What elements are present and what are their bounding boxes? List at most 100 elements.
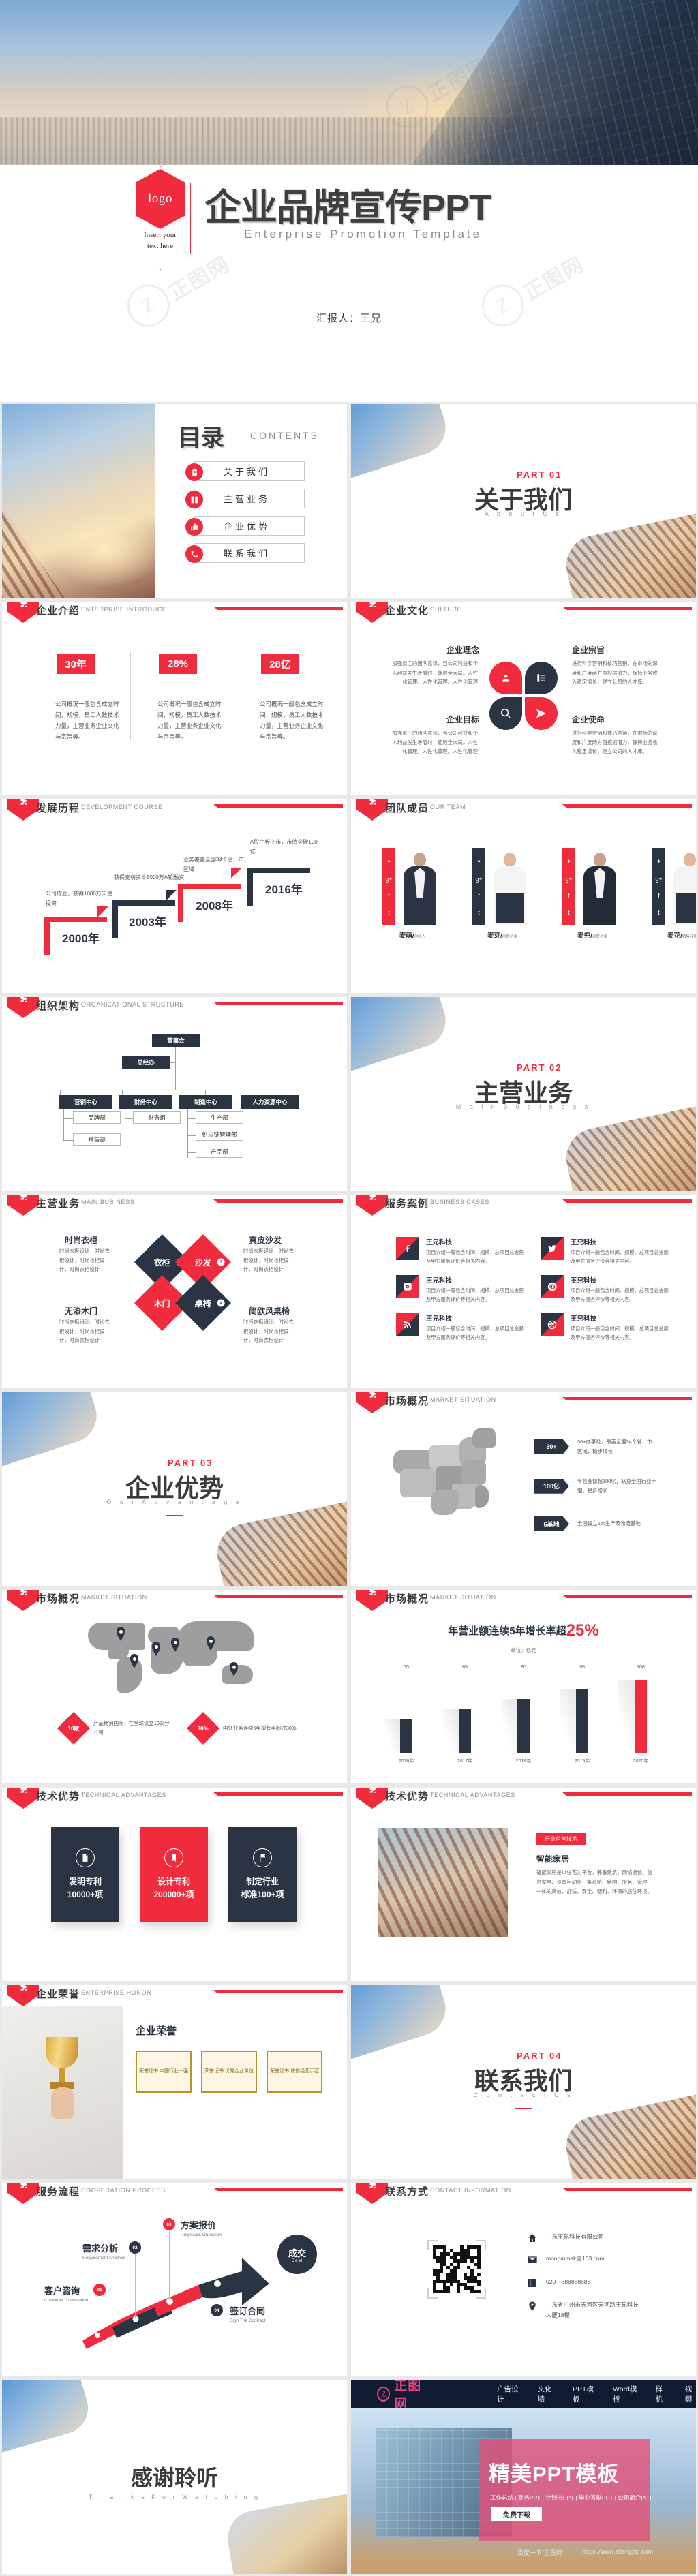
contents-title-en: CONTENTS <box>250 430 319 441</box>
process-step-en: Sign The Contract <box>230 2318 266 2323</box>
slide-org-structure[interactable]: 组织架构 ORGANIZATIONAL STRUCTURE 董事会 总经办 营销… <box>2 997 347 1191</box>
chart-title: 年营业额连续5年增长率超25% <box>351 1621 696 1640</box>
chart-bar-column: 108 2020年 <box>618 1665 659 1764</box>
slide-technical-advantages-photo[interactable]: 技术优势 TECHNICAL ADVANTAGES 行业首创技术 智能家居 智能… <box>351 1788 696 1981</box>
certificate-text: 荣誉证书 优秀企业单位 <box>204 2069 254 2074</box>
slide-business-cases[interactable]: 服务案例 BUSINESS CASES 王兄科技 项目介绍一般包含时间、规模、总项… <box>351 1195 696 1388</box>
social-strip[interactable]: ✦ g+ f t <box>562 848 575 925</box>
social-strip[interactable]: ✦ g+ f t <box>652 848 665 925</box>
chart-x-label: 2018年 <box>515 1759 532 1764</box>
timeline-desc: 公司成立，获得1000万天使投资 <box>46 891 112 907</box>
social-strip[interactable]: ✦ g+ f t <box>382 848 395 925</box>
download-button[interactable]: 免费下载 <box>491 2507 542 2521</box>
contents-item-label: 企业优势 <box>224 521 271 532</box>
slide-cooperation-process[interactable]: 服务流程 COOPERATION PROCESS 客户咨询 Customer C… <box>2 2183 347 2376</box>
tech-card: 发明专利 10000+项 <box>51 1827 119 1922</box>
promo-menu-item[interactable]: 文化墙 <box>538 2384 554 2404</box>
intro-stat: 28% <box>159 654 197 674</box>
slide-header: 企业文化 CULTURE <box>351 602 696 623</box>
promo-menu-item[interactable]: 视频 <box>685 2384 696 2404</box>
social-strip[interactable]: ✦ g+ f t <box>472 848 485 925</box>
part-title-en: A b o u t U s <box>484 510 563 517</box>
chart-bar-column: 50 2016年 <box>384 1665 425 1764</box>
bookmark-star-icon <box>164 1847 183 1867</box>
certificate-text: 荣誉证书 中国行业十强 <box>139 2069 188 2074</box>
world-map <box>88 1620 265 1700</box>
team-member-name: 麦兜/运营总监 <box>577 932 607 940</box>
slide-enterprise-honor[interactable]: 企业荣誉 ENTERPRISE HONOR 企业荣誉 荣誉证书 中国行业十强 荣… <box>2 1985 347 2179</box>
slide-contact-information[interactable]: 联系方式 CONTACT INFORMATION 广东王兄科技有限公司 moon… <box>351 2183 696 2376</box>
slide-culture[interactable]: 企业文化 CULTURE 企业理念 加强员工的团队意识，当公司利益和个人利益发生… <box>351 602 696 795</box>
clipboard-icon <box>185 463 203 481</box>
intro-columns: 30年 公司概况一般包含成立时间，规模，员工人数技术力量，主营业务企业文化与宗旨… <box>55 654 328 743</box>
promo-menu-item[interactable]: 样机 <box>656 2384 667 2404</box>
slide-technical-advantages[interactable]: 技术优势 TECHNICAL ADVANTAGES 发明专利 10000+项 设计… <box>2 1788 347 1981</box>
diamond-label: 衣柜 <box>153 1257 171 1268</box>
promo-menu-item[interactable]: 广告设计 <box>497 2384 519 2404</box>
promo-url[interactable]: https://www.zhengpic.com <box>582 2548 653 2557</box>
chart-x-label: 2017年 <box>457 1759 473 1764</box>
case-text: 项目介绍一般包含时间、规模、总项目总金额及甲方服务评价等相关内容。 <box>426 1325 524 1340</box>
case-title: 王兄科技 <box>571 1239 597 1246</box>
slide-title-en: MARKET SITUATION <box>81 1594 147 1601</box>
business-heading: 简欧风桌椅 <box>249 1306 290 1316</box>
process-step-cn: 需求分析 <box>82 2243 119 2254</box>
logo-subtext: Insert your text here <box>130 230 191 252</box>
timeline-year: 2008年 <box>196 900 233 913</box>
promo-menu-item[interactable]: PPT模板 <box>573 2384 594 2404</box>
contents-item-advantage[interactable]: 企业优势 <box>185 516 305 536</box>
slide-part-04[interactable]: PART 04 联系我们 C o n t a c t U s <box>351 1985 696 2179</box>
slide-development-course[interactable]: 发展历程 DEVELOPMENT COURSE 2000年 公司成立，获得100… <box>2 799 347 993</box>
puzzle-icon <box>7 602 39 623</box>
intro-text: 公司概况一般包含成立时间，规模，员工人数技术力量，主营业务企业文化与宗旨等。 <box>55 701 119 741</box>
market-marker: 100亿 年营业额超100亿，跻身全国行业十强，稳步增长 <box>534 1477 659 1495</box>
slide-title-en: TECHNICAL ADVANTAGES <box>430 1792 515 1798</box>
process-step: 签订合同 Sign The Contract <box>230 2304 265 2323</box>
slide-market-china[interactable]: 市场概况 MARKET SITUATION 30+ 30+办事处，覆盖全国34个… <box>351 1392 696 1586</box>
slide-title-en: ENTERPRISE HONOR <box>81 1989 152 1996</box>
promo-banner[interactable]: Z 正图网 广告设计 文化墙 PPT模板 Word模板 样机 视频 精美PPT模… <box>351 2380 696 2574</box>
contact-row: 广东王兄科技有限公司 <box>527 2232 641 2243</box>
org-node-board: 董事会 <box>152 1034 200 1047</box>
rss-icon <box>396 1313 419 1336</box>
slide-part-02[interactable]: PART 02 主营业务 M a i n B u s i n e s s <box>351 997 696 1191</box>
contents-item-about[interactable]: 关于我们 <box>185 461 305 481</box>
case-item: 王兄科技 项目介绍一般包含时间、规模、总项目总金额及甲方服务评价等相关内容。 <box>396 1313 526 1343</box>
dribbble-icon <box>541 1313 564 1336</box>
deal-label-en: Deal <box>291 2258 303 2263</box>
contents-item-business[interactable]: 主营业务 <box>185 489 305 508</box>
promo-menu-item[interactable]: Word模板 <box>613 2384 637 2404</box>
facebook-icon <box>396 1237 419 1260</box>
slide-title-en: OUR TEAM <box>430 803 466 810</box>
slide-contents[interactable]: 目录 CONTENTS 关于我们 主营业务 企业优势 联系我们 <box>2 404 347 598</box>
org-node-center: 制造中心 <box>179 1095 232 1109</box>
process-step: 需求分析 Requirement Analysis <box>82 2241 125 2260</box>
slide-market-world[interactable]: 市场概况 MARKET SITUATION 10家 产品畅销国际，在全球设立10… <box>2 1590 347 1783</box>
slide-title: 技术优势 <box>385 1791 429 1803</box>
culture-text: 进行科学营销和技巧营销，在市场的深度和广度两方面控掘潜力，保持业务收入稳定增长，… <box>572 730 658 755</box>
process-step-en: Proposal& Quotation <box>181 2233 222 2237</box>
slide-part-01[interactable]: PART 01 关于我们 A b o u t U s <box>351 404 696 598</box>
slides-grid: 目录 CONTENTS 关于我们 主营业务 企业优势 联系我们 PART 01 … <box>0 402 698 2576</box>
business-text: 时尚衣柜设计，时尚衣柜设计，时尚衣柜设计，时尚衣柜设计 <box>243 1248 294 1273</box>
slide-market-chart[interactable]: 市场概况 MARKET SITUATION 年营业额连续5年增长率超25% 单位… <box>351 1590 696 1783</box>
slide-header: 企业介绍 ENTERPRISE INTRODUCE <box>2 602 347 623</box>
puzzle-icon <box>7 799 39 821</box>
business-heading: 真皮沙发 <box>249 1236 282 1245</box>
slide-thanks[interactable]: 感谢聆听 T h a n k s F o r W a t c h i n g <box>2 2380 347 2574</box>
contents-item-contact[interactable]: 联系我们 <box>185 543 305 563</box>
slide-header: 组织架构 ORGANIZATIONAL STRUCTURE <box>2 997 347 1018</box>
slide-part-03[interactable]: PART 03 企业优势 O u r A d v a n t a g e <box>2 1392 347 1586</box>
chart-title-prefix: 年营业额连续5年增长率超 <box>448 1625 566 1637</box>
slide-main-business[interactable]: 主营业务 MAIN BUSINESS 1 衣柜 2 沙发 3 木门 4 桌椅 时… <box>2 1195 347 1388</box>
slide-enterprise-introduce[interactable]: 企业介绍 ENTERPRISE INTRODUCE 30年 公司概况一般包含成立… <box>2 602 347 795</box>
org-node-sub: 生产部 <box>196 1111 243 1124</box>
pin-icon <box>529 2301 536 2311</box>
tech-text: 智能家居是以住宅为平台，兼备建筑、网络通信、信息家电、设备自动化，集系统、结构、… <box>536 1869 652 1895</box>
brand-mark: Z <box>377 2387 391 2402</box>
slide-title-en: MAIN BUSINESS <box>81 1199 135 1206</box>
puzzle-icon <box>356 799 388 821</box>
slide-our-team[interactable]: 团队成员 OUR TEAM ✦ g+ f t 麦萌/创始人 ✦ g+ f t 麦芽/创意总监… <box>351 799 696 993</box>
contact-text: 广东省广州市天河区天河路王兄科技大厦18楼 <box>546 2301 639 2319</box>
slide-header: 市场概况 MARKET SITUATION <box>2 1590 347 1611</box>
